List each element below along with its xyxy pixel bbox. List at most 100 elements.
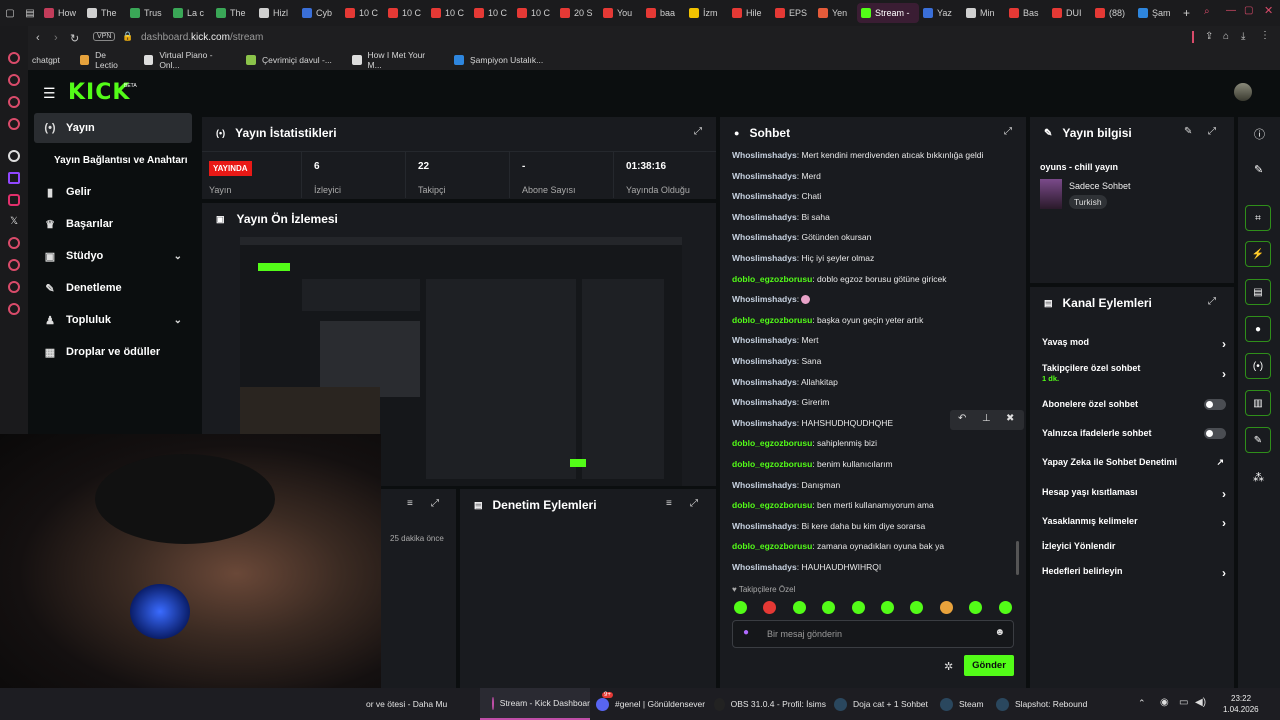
downloads-icon[interactable] bbox=[8, 259, 20, 271]
browser-tab[interactable]: EPS bbox=[771, 3, 814, 23]
chat-message[interactable]: Whoslimshadys: Bi saha bbox=[732, 212, 830, 222]
emote-icon[interactable] bbox=[734, 601, 747, 614]
chat-username[interactable]: Whoslimshadys bbox=[732, 397, 797, 407]
taskbar-item[interactable]: 9+ #genel | Gönüldensever bbox=[596, 688, 708, 720]
chat-message[interactable]: Whoslimshadys: Götünden okursan bbox=[732, 232, 871, 242]
boost-icon[interactable]: ⚡ bbox=[1245, 241, 1271, 267]
info-icon[interactable]: ⓘ bbox=[1254, 126, 1265, 142]
message-input[interactable]: Bir mesaj gönderin bbox=[767, 629, 842, 639]
chevron-right-icon[interactable]: › bbox=[1222, 516, 1226, 530]
x-icon[interactable]: 𝕏 bbox=[8, 216, 20, 227]
browser-tab[interactable]: Bas bbox=[1005, 3, 1048, 23]
sidebar-item[interactable]: ▣ Stüdyo ⌄ bbox=[34, 241, 192, 271]
chat-message[interactable]: Whoslimshadys: HAUHAUDHWIHRQI bbox=[732, 562, 881, 572]
pinboard-icon[interactable] bbox=[8, 281, 20, 293]
chat-username[interactable]: Whoslimshadys bbox=[732, 191, 797, 201]
chat-username[interactable]: Whoslimshadys bbox=[732, 232, 797, 242]
browser-tab[interactable]: 10 C bbox=[427, 3, 470, 23]
history-icon[interactable] bbox=[8, 237, 20, 249]
chat-username[interactable]: doblo_egzozborusu bbox=[732, 315, 812, 325]
browser-tab[interactable]: Stream - bbox=[857, 3, 919, 23]
wallet-icon[interactable]: ⌂ bbox=[1223, 31, 1229, 42]
taskbar-item[interactable]: Doja cat + 1 Sohbet bbox=[834, 688, 934, 720]
chat-message[interactable]: Whoslimshadys: Hiç iyi şeyler olmaz bbox=[732, 253, 874, 263]
sidebar-item[interactable]: ✎ Denetleme bbox=[34, 273, 192, 303]
send-button[interactable]: Gönder bbox=[964, 655, 1014, 676]
chat-message[interactable]: Whoslimshadys: Sana bbox=[732, 356, 821, 366]
bookmark-item[interactable]: De Lectio bbox=[80, 50, 128, 70]
chat-username[interactable]: Whoslimshadys bbox=[732, 294, 797, 304]
toggle-switch[interactable] bbox=[1204, 428, 1226, 439]
edit-icon[interactable]: ✎ bbox=[1184, 126, 1192, 137]
channel-action-item[interactable]: Yasaklanmış kelimeler › bbox=[1042, 516, 1228, 538]
search-tabs-icon[interactable]: ⌕ bbox=[1204, 6, 1210, 17]
channel-action-item[interactable]: Yavaş mod › bbox=[1042, 337, 1228, 359]
chat-username[interactable]: Whoslimshadys bbox=[732, 212, 797, 222]
sidebar-item[interactable]: Yayın Bağlantısı ve Anahtarı bbox=[34, 145, 209, 175]
popout-icon[interactable]: ⤢ bbox=[1208, 126, 1216, 137]
pin-icon[interactable]: ⊥ bbox=[982, 413, 991, 424]
browser-tab[interactable]: (88) bbox=[1091, 3, 1134, 23]
chat-username[interactable]: Whoslimshadys bbox=[732, 356, 797, 366]
browser-tab[interactable]: 10 C bbox=[513, 3, 556, 23]
browser-tab[interactable]: Min bbox=[962, 3, 1005, 23]
chat-message[interactable]: doblo_egzozborusu: zamana oynadıkları oy… bbox=[732, 541, 944, 551]
volume-icon[interactable]: ◀) bbox=[1195, 697, 1206, 708]
broadcast-toggle-icon[interactable]: (•) bbox=[1245, 353, 1271, 379]
workspaces-icon[interactable]: ▤ bbox=[20, 8, 40, 19]
chat-message[interactable]: doblo_egzozborusu: başka oyun geçin yete… bbox=[732, 315, 923, 325]
sidebar-item[interactable]: ♛ Başarılar bbox=[34, 209, 192, 239]
reply-icon[interactable]: ↶ bbox=[958, 413, 966, 424]
browser-tab[interactable]: Yaz bbox=[919, 3, 962, 23]
mic-tray-icon[interactable]: ◉ bbox=[1160, 697, 1169, 708]
chat-message[interactable]: doblo_egzozborusu: benim kullanıcılarım bbox=[732, 459, 893, 469]
taskbar-item[interactable]: OBS 31.0.4 - Profil: İsims bbox=[714, 688, 826, 720]
browser-tab[interactable]: Trus bbox=[126, 3, 169, 23]
browser-tab[interactable]: La c bbox=[169, 3, 212, 23]
aria-icon[interactable] bbox=[8, 74, 20, 86]
browser-tab[interactable]: Hile bbox=[728, 3, 771, 23]
download-icon[interactable]: ⤓ bbox=[1241, 31, 1245, 42]
news-icon[interactable] bbox=[8, 118, 20, 130]
chat-message[interactable]: Whoslimshadys: Mert bbox=[732, 335, 818, 345]
twitch-icon[interactable] bbox=[8, 172, 20, 184]
channel-action-item[interactable]: Yalnızca ifadelerle sohbet bbox=[1042, 428, 1228, 450]
new-tab-button[interactable]: + bbox=[1183, 6, 1190, 20]
browser-tab[interactable]: İzm bbox=[685, 3, 728, 23]
channel-action-item[interactable]: Abonelere özel sohbet bbox=[1042, 399, 1228, 421]
chat-username[interactable]: Whoslimshadys bbox=[732, 521, 797, 531]
close-window-icon[interactable]: ✕ bbox=[1264, 4, 1273, 17]
popout-icon[interactable]: ⤢ bbox=[431, 498, 439, 509]
chatgpt-icon[interactable] bbox=[8, 150, 20, 162]
taskbar-item[interactable]: Slapshot: Rebound bbox=[996, 688, 1096, 720]
bookmark-item[interactable]: Şampiyon Ustalık... bbox=[454, 55, 544, 65]
browser-tab[interactable]: Hizl bbox=[255, 3, 298, 23]
channel-action-item[interactable]: Hesap yaşı kısıtlaması › bbox=[1042, 487, 1228, 509]
chat-username[interactable]: doblo_egzozborusu bbox=[732, 438, 812, 448]
clip-icon[interactable]: ⌗ bbox=[1245, 205, 1271, 231]
tools-icon[interactable]: ✎ bbox=[1245, 427, 1271, 453]
sidebar-item[interactable]: ♟ Topluluk ⌄ bbox=[34, 305, 192, 335]
maximize-icon[interactable]: ▢ bbox=[1244, 5, 1253, 16]
emote-icon[interactable] bbox=[851, 601, 865, 614]
emote-icon[interactable] bbox=[939, 601, 953, 614]
chat-message[interactable]: Whoslimshadys: Girerim bbox=[732, 397, 829, 407]
back-icon[interactable]: ‹ bbox=[36, 32, 40, 44]
chat-message-list[interactable]: Whoslimshadys: Mert kendini merdivenden … bbox=[720, 147, 1026, 575]
browser-tab[interactable]: DUI bbox=[1048, 3, 1091, 23]
filter-icon[interactable]: ≡ bbox=[407, 498, 413, 509]
mod-tools-icon[interactable]: ⁂ bbox=[1253, 471, 1264, 484]
network-icon[interactable]: ▭ bbox=[1179, 697, 1188, 708]
browser-tab[interactable]: 20 S bbox=[556, 3, 599, 23]
chat-username[interactable]: Whoslimshadys bbox=[732, 377, 797, 387]
browser-tab[interactable]: 10 C bbox=[384, 3, 427, 23]
tray-chevron-icon[interactable]: ⌃ bbox=[1138, 698, 1146, 709]
chat-username[interactable]: Whoslimshadys bbox=[732, 150, 797, 160]
vpn-badge[interactable]: VPN bbox=[93, 32, 116, 41]
moderation-toggle-icon[interactable]: ▥ bbox=[1245, 390, 1271, 416]
sidebar-item[interactable]: ▮ Gelir bbox=[34, 177, 192, 207]
external-link-icon[interactable]: ↗ bbox=[1216, 457, 1224, 468]
emote-icon[interactable] bbox=[822, 601, 836, 614]
chat-message[interactable]: Whoslimshadys: Allahkitap bbox=[732, 377, 838, 387]
bookmark-item[interactable]: Çevrimiçi davul -... bbox=[246, 55, 336, 65]
